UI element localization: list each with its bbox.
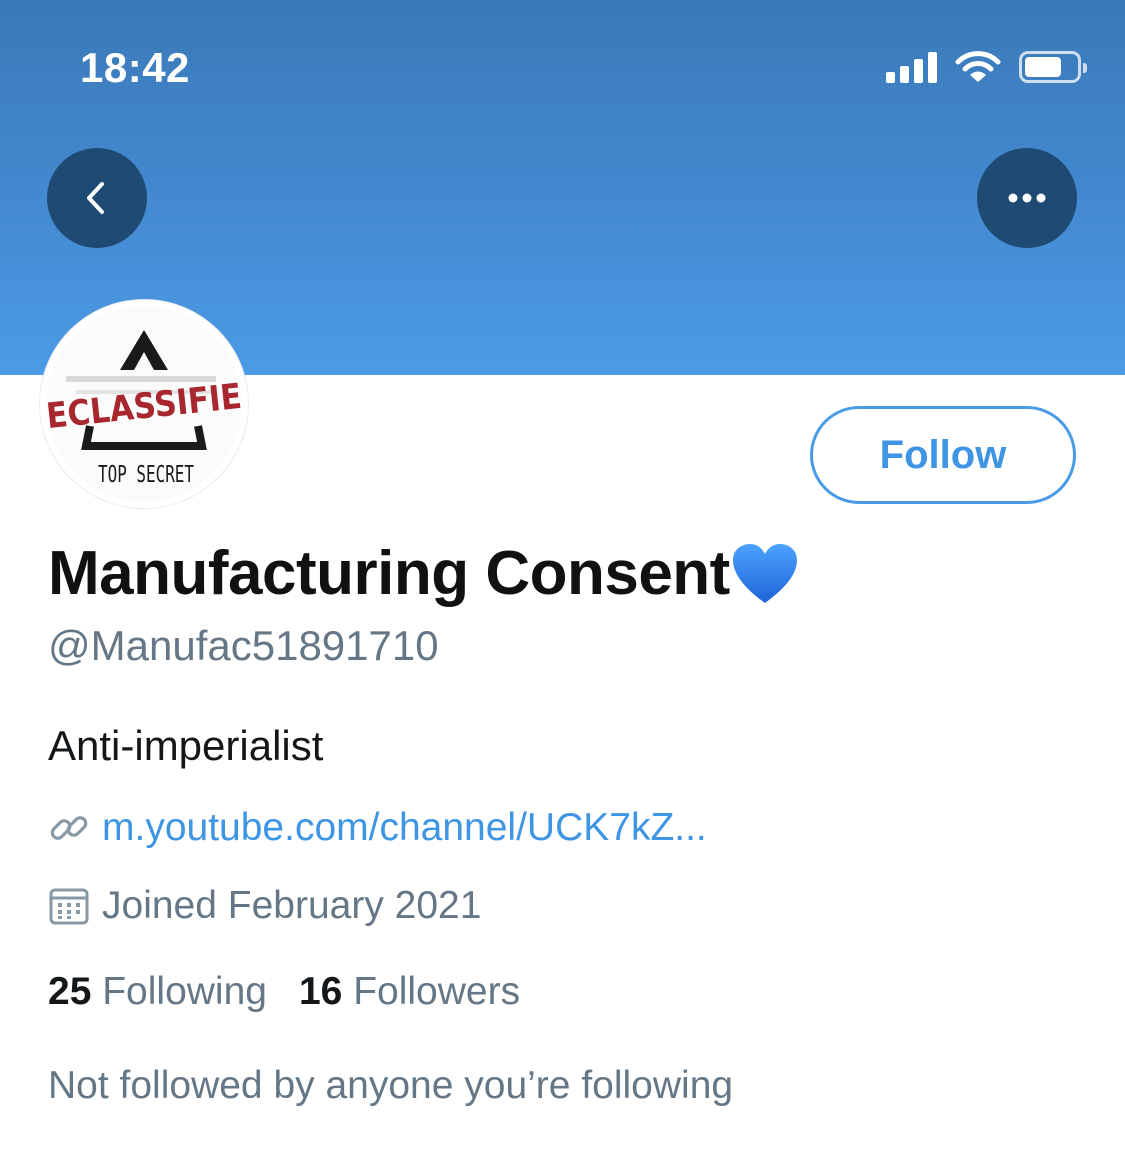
profile-link[interactable]: m.youtube.com/channel/UCK7kZ... — [102, 806, 707, 850]
followers-count-link[interactable]: 16 Followers — [299, 970, 520, 1014]
profile-bio: Anti-imperialist — [48, 722, 324, 769]
avatar-text-bottom: TOP SECRET — [98, 462, 194, 488]
profile-avatar[interactable]: ECLASSIFIE TOP SECRET — [40, 300, 248, 508]
display-name: Manufacturing Consent — [48, 538, 800, 609]
back-chevron-icon — [87, 182, 104, 214]
mutual-followers-note: Not followed by anyone you’re following — [48, 1064, 734, 1107]
blue-heart-icon — [732, 543, 797, 603]
more-options-button[interactable] — [977, 148, 1077, 248]
joined-date: Joined February 2021 — [102, 884, 482, 927]
battery-icon — [1019, 51, 1087, 83]
more-dots-icon — [1008, 193, 1046, 203]
follow-counts: 25 Following 16 Followers — [48, 970, 520, 1014]
calendar-icon — [49, 888, 89, 925]
profile-link-row[interactable]: m.youtube.com/channel/UCK7kZ... — [48, 806, 707, 850]
following-count: 25 — [48, 970, 92, 1013]
wifi-icon — [955, 51, 1001, 82]
signal-icon — [886, 51, 937, 83]
declassified-logo: ECLASSIFIE TOP SECRET — [46, 306, 242, 502]
following-label: Following — [102, 970, 267, 1013]
link-icon — [50, 816, 88, 840]
back-button[interactable] — [47, 148, 147, 248]
status-time: 18:42 — [80, 44, 190, 91]
followers-label: Followers — [353, 970, 521, 1013]
status-icons — [886, 50, 1087, 84]
followers-count: 16 — [298, 970, 343, 1013]
following-count-link[interactable]: 25 Following — [48, 970, 267, 1014]
profile-handle: @Manufac51891710 — [48, 622, 439, 669]
display-name-text: Manufacturing Consent — [48, 539, 730, 608]
joined-row: Joined February 2021 — [48, 884, 481, 928]
follow-button[interactable]: Follow — [810, 406, 1076, 504]
